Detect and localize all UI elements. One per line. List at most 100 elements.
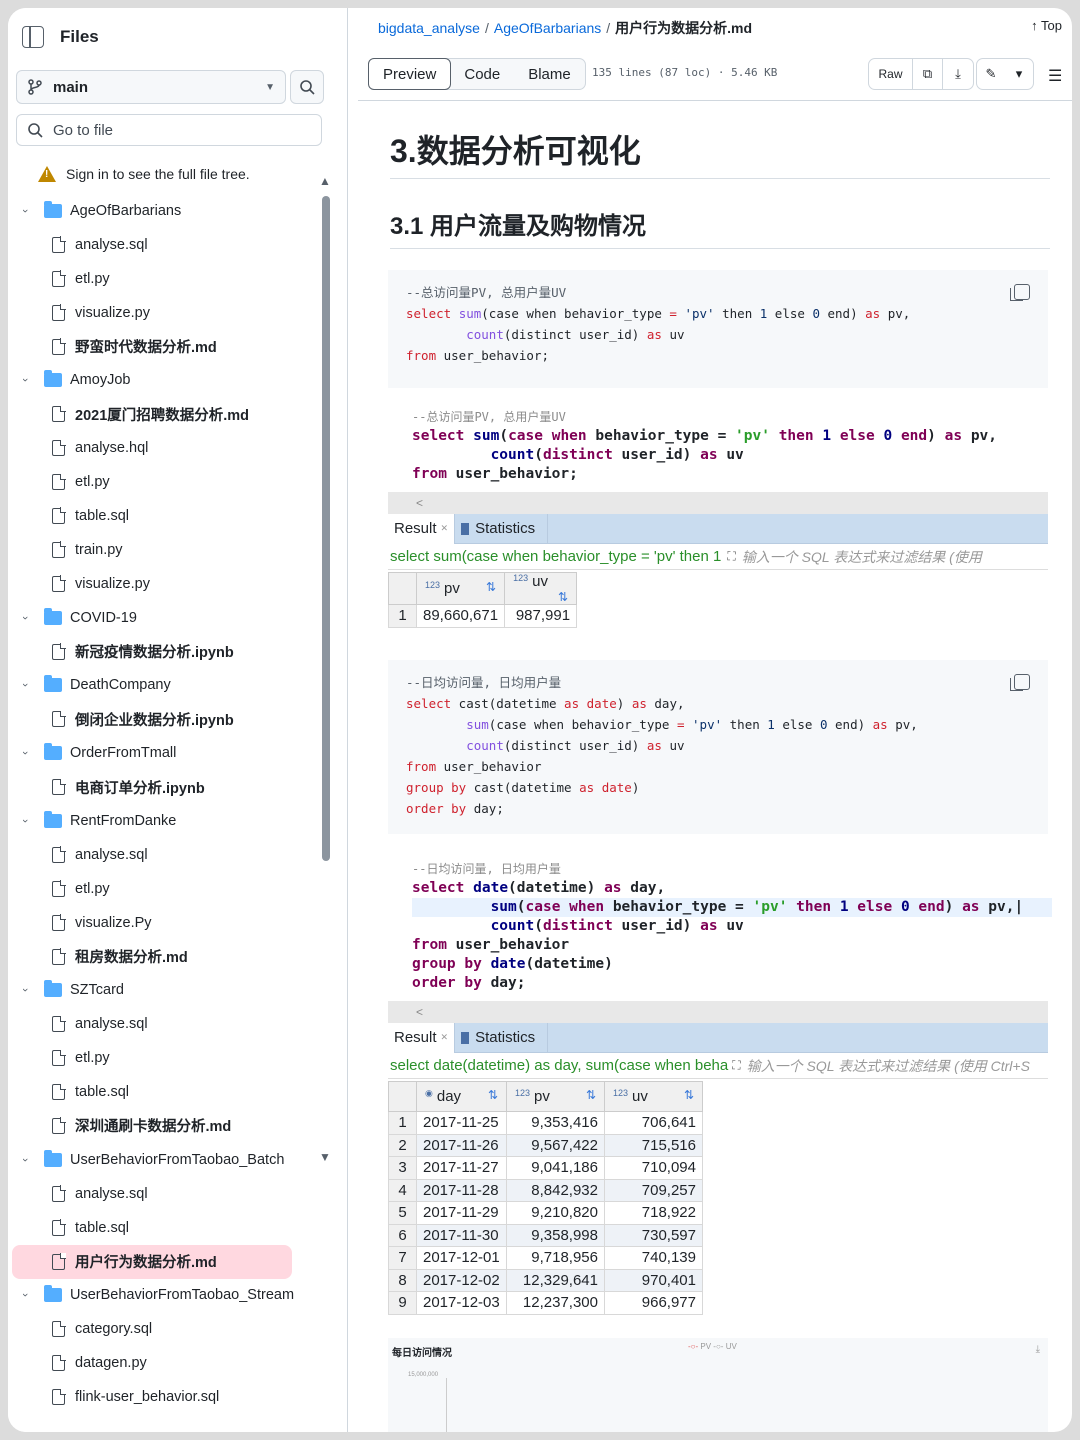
tree-file[interactable]: etl.py <box>8 262 338 296</box>
result-filter-bar[interactable]: select sum(case when behavior_type = 'pv… <box>388 544 1048 570</box>
tree-file[interactable]: visualize.Py <box>8 906 338 940</box>
tree-folder[interactable]: › RentFromDanke <box>8 804 338 838</box>
tree-file[interactable]: etl.py <box>8 872 338 906</box>
copy-raw-button[interactable]: ⧉ <box>913 59 943 89</box>
table-row[interactable]: 4 2017-11-28 8,842,932 709,257 <box>388 1178 703 1202</box>
horizontal-scrollbar[interactable]: < <box>388 1001 1048 1023</box>
tab-statistics[interactable]: Statistics <box>455 513 549 544</box>
edit-button[interactable]: ✎ <box>977 59 1005 89</box>
chevron-down-icon[interactable]: › <box>19 814 31 828</box>
column-header[interactable]: 123 pv ⇅ <box>415 572 506 605</box>
chevron-down-icon[interactable]: › <box>19 1153 31 1167</box>
close-icon[interactable]: ✕ <box>441 523 449 534</box>
tree-file[interactable]: analyse.sql <box>8 1007 338 1041</box>
tree-folder[interactable]: › UserBehaviorFromTaobao_Batch <box>8 1143 338 1177</box>
tree-file[interactable]: visualize.py <box>8 567 338 601</box>
chevron-down-icon[interactable]: › <box>19 746 31 760</box>
tree-file[interactable]: analyse.sql <box>8 1177 338 1211</box>
file-icon <box>52 541 66 558</box>
copy-icon[interactable] <box>1010 674 1030 691</box>
tree-file[interactable]: datagen.py <box>8 1346 338 1380</box>
raw-button[interactable]: Raw <box>869 59 913 89</box>
file-icon <box>52 473 66 491</box>
table-row[interactable]: 7 2017-12-01 9,718,956 740,139 <box>388 1246 703 1270</box>
tree-file[interactable]: train.py <box>8 533 338 567</box>
tree-folder[interactable]: › SZTcard <box>8 973 338 1007</box>
column-header[interactable]: 123 uv ⇅ <box>604 1081 703 1112</box>
search-files-button[interactable] <box>290 70 324 104</box>
tree-file[interactable]: analyse.hql <box>8 431 338 465</box>
tree-folder[interactable]: › OrderFromTmall <box>8 736 338 770</box>
sort-icon[interactable]: ⇅ <box>684 1088 694 1102</box>
column-header[interactable]: 123 uv ⇅ <box>504 572 578 605</box>
table-row[interactable]: 1 89,660,671 987,991 <box>388 604 578 628</box>
tree-file[interactable]: 野蛮时代数据分析.md <box>8 330 338 364</box>
tree-file[interactable]: table.sql <box>8 499 338 533</box>
outline-icon[interactable]: ☰ <box>1048 66 1062 86</box>
copy-icon[interactable] <box>1010 284 1030 301</box>
tree-file[interactable]: 倒闭企业数据分析.ipynb <box>8 702 338 736</box>
table-row[interactable]: 5 2017-11-29 9,210,820 718,922 <box>388 1201 703 1225</box>
table-row[interactable]: 9 2017-12-03 12,237,300 966,977 <box>388 1291 703 1315</box>
tree-file[interactable]: flink-user_behavior.sql <box>8 1380 338 1414</box>
tab-statistics[interactable]: Statistics <box>455 1022 549 1053</box>
tree-file[interactable]: visualize.py <box>8 296 338 330</box>
file-icon <box>52 439 66 457</box>
sort-icon[interactable]: ⇅ <box>558 590 568 604</box>
chevron-down-icon[interactable]: › <box>19 611 31 625</box>
close-icon[interactable]: ✕ <box>441 1032 449 1043</box>
breadcrumb-repo-link[interactable]: bigdata_analyse <box>378 20 480 36</box>
tree-file[interactable]: 用户行为数据分析.md <box>12 1244 292 1279</box>
download-button[interactable]: ⤓ <box>943 59 973 89</box>
breadcrumb-folder-link[interactable]: AgeOfBarbarians <box>494 20 601 36</box>
chevron-down-icon[interactable]: › <box>19 373 31 387</box>
sort-icon[interactable]: ⇅ <box>488 1088 498 1102</box>
tree-folder[interactable]: › COVID-19 <box>8 601 338 635</box>
tree-file[interactable]: etl.py <box>8 465 338 499</box>
tree-file[interactable]: table.sql <box>8 1075 338 1109</box>
tab-result[interactable]: Result ✕ <box>388 513 456 544</box>
tree-file[interactable]: 租房数据分析.md <box>8 940 338 974</box>
tree-file[interactable]: table.sql <box>8 1211 338 1245</box>
branch-selector[interactable]: main ▼ <box>16 70 286 104</box>
tab-result[interactable]: Result ✕ <box>388 1022 456 1053</box>
tree-file[interactable]: etl.py <box>8 1041 338 1075</box>
download-icon[interactable]: ⤓ <box>1036 1344 1040 1355</box>
tree-item-label: 倒闭企业数据分析.ipynb <box>75 712 234 729</box>
chevron-down-icon[interactable]: › <box>19 678 31 692</box>
table-row[interactable]: 6 2017-11-30 9,358,998 730,597 <box>388 1223 703 1247</box>
result-filter-bar[interactable]: select date(datetime) as day, sum(case w… <box>388 1053 1048 1079</box>
tree-file[interactable]: 深圳通刷卡数据分析.md <box>8 1109 338 1143</box>
table-row[interactable]: 3 2017-11-27 9,041,186 710,094 <box>388 1156 703 1180</box>
horizontal-scrollbar[interactable]: < <box>388 492 1048 514</box>
tree-folder[interactable]: › AmoyJob <box>8 363 338 397</box>
chevron-down-icon[interactable]: › <box>19 1288 31 1302</box>
tree-folder[interactable]: › UserBehaviorFromTaobao_Stream <box>8 1279 338 1313</box>
collapse-panel-icon[interactable] <box>22 26 44 48</box>
tree-file[interactable]: category.sql <box>8 1312 338 1346</box>
table-row[interactable]: 8 2017-12-02 12,329,641 970,401 <box>388 1268 703 1292</box>
tree-file[interactable]: analyse.sql <box>8 838 338 872</box>
tree-file[interactable]: 电商订单分析.ipynb <box>8 770 338 804</box>
tab-blame[interactable]: Blame <box>514 59 585 89</box>
edit-menu-button[interactable]: ▾ <box>1005 59 1033 89</box>
table-row[interactable]: 1 2017-11-25 9,353,416 706,641 <box>388 1111 703 1135</box>
sort-icon[interactable]: ⇅ <box>586 1088 596 1102</box>
tree-file[interactable]: 新冠疫情数据分析.ipynb <box>8 635 338 669</box>
tree-file[interactable]: 2021厦门招聘数据分析.md <box>8 397 338 431</box>
sort-icon[interactable]: ⇅ <box>486 580 496 594</box>
column-header[interactable]: ◉ day ⇅ <box>416 1081 507 1112</box>
chevron-down-icon[interactable]: › <box>19 204 31 218</box>
tree-file[interactable]: analyse.sql <box>8 228 338 262</box>
top-button[interactable]: ↑ Top <box>1031 18 1062 33</box>
tab-code[interactable]: Code <box>450 59 514 89</box>
tree-folder[interactable]: › AgeOfBarbarians <box>8 194 338 228</box>
column-header[interactable]: 123 pv ⇅ <box>506 1081 605 1112</box>
scroll-up-icon[interactable]: ▲ <box>319 174 331 188</box>
row-number: 1 <box>388 604 417 628</box>
tree-folder[interactable]: › DeathCompany <box>8 668 338 702</box>
chevron-down-icon[interactable]: › <box>19 983 31 997</box>
tab-preview[interactable]: Preview <box>368 58 452 90</box>
go-to-file-input[interactable]: Go to file <box>16 114 322 146</box>
table-row[interactable]: 2 2017-11-26 9,567,422 715,516 <box>388 1133 703 1157</box>
